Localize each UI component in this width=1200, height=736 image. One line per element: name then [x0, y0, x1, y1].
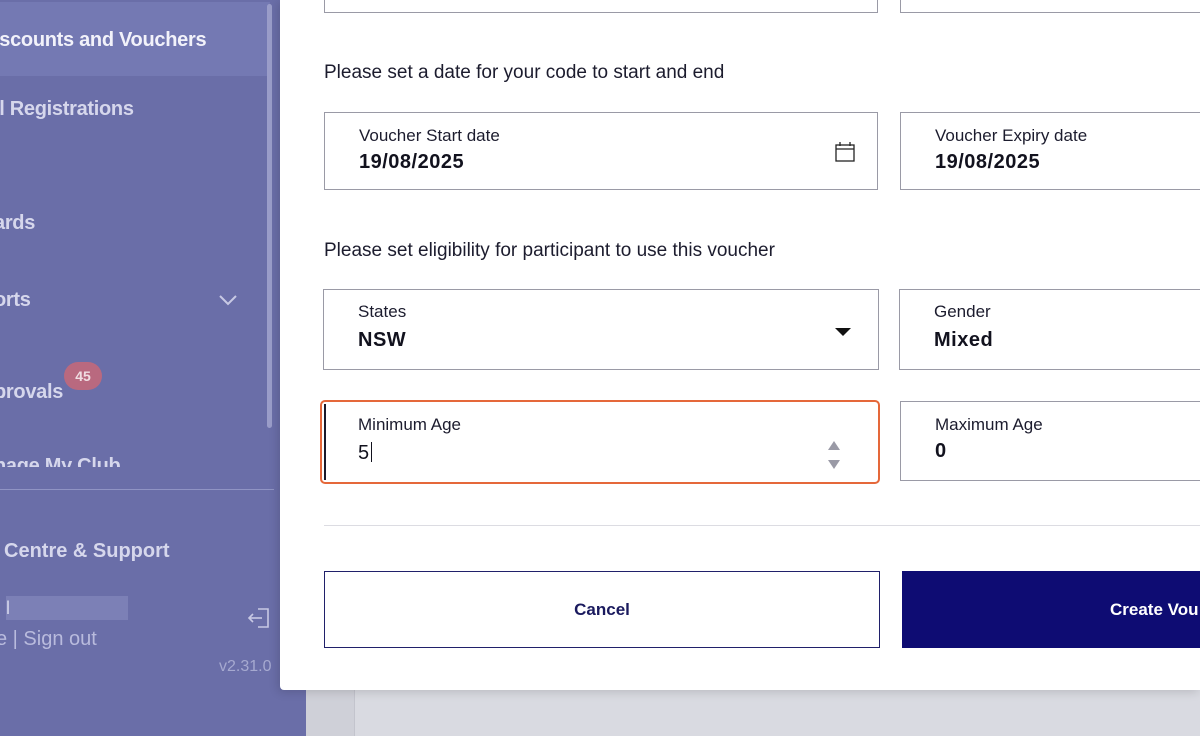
number-spinner-icon[interactable]: [826, 438, 842, 472]
text-cursor: [370, 442, 372, 462]
expiry-date-label: Voucher Expiry date: [935, 126, 1088, 145]
sidebar-item-reports[interactable]: orts: [0, 289, 31, 312]
voucher-expiry-date-field[interactable]: Voucher Expiry date 19/08/2025: [900, 112, 1200, 190]
app-version: v2.31.0: [219, 658, 272, 675]
sidebar: iscounts and Vouchers ll Registrations a…: [0, 0, 306, 736]
sidebar-item-manage-club-label: nage My Club: [0, 455, 121, 467]
states-select[interactable]: States NSW: [323, 289, 879, 370]
maximum-age-input[interactable]: Maximum Age 0: [900, 401, 1200, 481]
minimum-age-value-wrap: 5: [358, 442, 372, 465]
sidebar-item-manage-club[interactable]: nage My Club: [0, 455, 120, 467]
create-voucher-button[interactable]: Create Vou: [902, 571, 1200, 648]
modal-divider: [324, 525, 1200, 526]
start-date-value: 19/08/2025: [359, 151, 465, 173]
eligibility-heading: Please set eligibility for participant t…: [324, 240, 775, 261]
sidebar-item-cards[interactable]: ards: [0, 212, 35, 235]
field-above-right[interactable]: [900, 0, 1200, 13]
page-background-panel: [354, 690, 1200, 736]
start-date-label: Voucher Start date: [359, 126, 500, 145]
cancel-button[interactable]: Cancel: [324, 571, 880, 648]
states-value: NSW: [358, 329, 407, 351]
user-initial: l: [6, 598, 10, 618]
dropdown-caret-icon[interactable]: [834, 326, 852, 338]
profile-signout-link[interactable]: e | Sign out: [0, 628, 97, 651]
minimum-age-value: 5: [358, 442, 370, 464]
field-above-left[interactable]: [324, 0, 878, 13]
calendar-icon[interactable]: [835, 142, 855, 162]
minimum-age-input[interactable]: Minimum Age 5: [320, 400, 880, 484]
states-label: States: [358, 302, 407, 321]
gender-label: Gender: [934, 302, 991, 321]
gender-value: Mixed: [934, 329, 994, 351]
chevron-down-icon[interactable]: [218, 290, 238, 310]
approvals-count-badge: 45: [64, 362, 102, 390]
maximum-age-label: Maximum Age: [935, 415, 1043, 434]
dates-heading: Please set a date for your code to start…: [324, 62, 725, 83]
sidebar-item-registrations[interactable]: ll Registrations: [0, 98, 134, 121]
sidebar-item-discounts-vouchers[interactable]: iscounts and Vouchers: [0, 29, 207, 52]
maximum-age-value: 0: [935, 440, 947, 462]
logout-icon[interactable]: [246, 605, 272, 631]
gender-select[interactable]: Gender Mixed: [899, 289, 1200, 370]
page-background: [306, 690, 1200, 736]
sidebar-scrollbar[interactable]: [267, 4, 272, 428]
sidebar-item-approvals[interactable]: provals: [0, 381, 63, 404]
minimum-age-label: Minimum Age: [358, 415, 461, 434]
create-voucher-modal: Please set a date for your code to start…: [280, 0, 1200, 690]
sidebar-divider: [0, 489, 274, 490]
help-centre-link[interactable]: Centre & Support: [4, 540, 170, 563]
voucher-start-date-field[interactable]: Voucher Start date 19/08/2025: [324, 112, 878, 190]
input-inner-edge: [324, 404, 326, 480]
user-name-redacted: [6, 596, 128, 620]
expiry-date-value: 19/08/2025: [935, 151, 1041, 173]
